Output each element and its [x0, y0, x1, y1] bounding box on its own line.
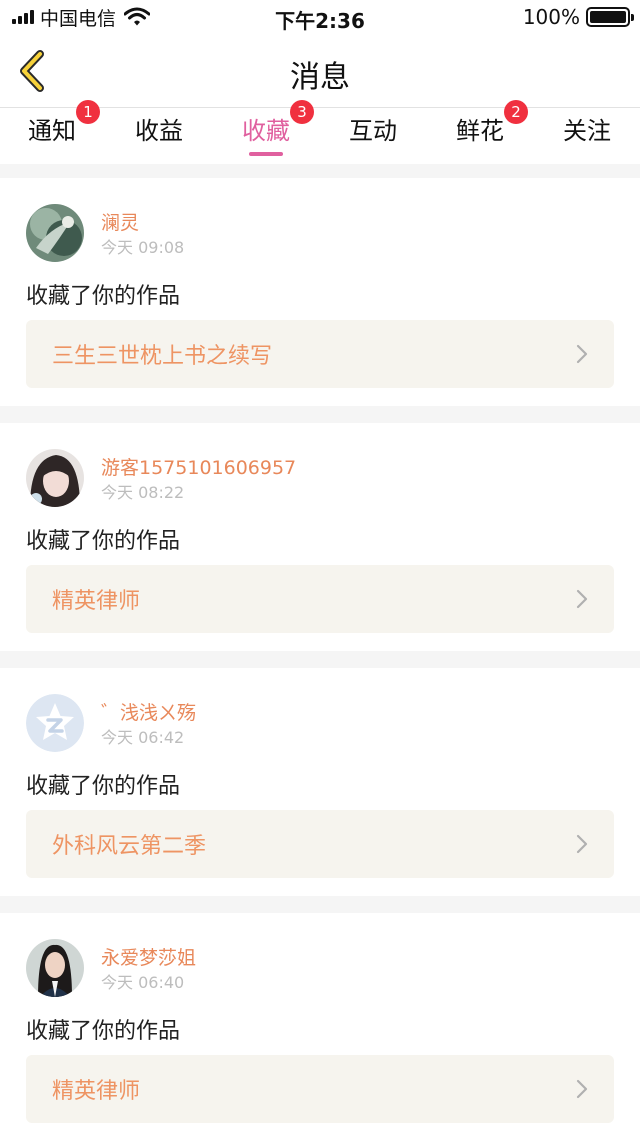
chevron-right-icon — [576, 1079, 588, 1099]
work-link[interactable]: 精英律师 — [26, 1055, 614, 1123]
timestamp: 今天 09:08 — [101, 238, 185, 257]
tab-label: 关注 — [563, 117, 611, 145]
chevron-right-icon — [576, 834, 588, 854]
work-title: 外科风云第二季 — [52, 834, 207, 859]
tab-label: 互动 — [349, 117, 397, 145]
tab-earnings[interactable]: 收益 — [119, 108, 199, 164]
navigation-bar: 消息 — [0, 34, 640, 108]
tab-label: 收藏 — [242, 117, 290, 145]
tab-favorites[interactable]: 收藏 3 — [226, 100, 314, 164]
page-title: 消息 — [290, 60, 350, 95]
work-link[interactable]: 精英律师 — [26, 565, 614, 633]
tab-label: 鲜花 — [456, 117, 504, 145]
tab-bar: 通知 1 收益 收藏 3 互动 鲜花 2 关注 — [0, 100, 640, 164]
chevron-right-icon — [576, 344, 588, 364]
tab-flowers[interactable]: 鲜花 2 — [440, 100, 528, 164]
status-bar: 中国电信 下午2:36 100% — [0, 0, 640, 34]
message-text: 收藏了你的作品 — [26, 774, 181, 799]
avatar[interactable] — [26, 939, 84, 997]
message-text: 收藏了你的作品 — [26, 284, 181, 309]
username[interactable]: 游客1575101606957 — [101, 453, 296, 480]
message-card: ゛浅浅ㄨ殇 今天 06:42 收藏了你的作品 外科风云第二季 — [0, 668, 640, 896]
timestamp: 今天 08:22 — [101, 483, 185, 502]
chevron-right-icon — [576, 589, 588, 609]
tab-label: 收益 — [135, 117, 183, 145]
unread-badge: 3 — [290, 100, 314, 124]
message-text: 收藏了你的作品 — [26, 1019, 181, 1044]
work-link[interactable]: 三生三世枕上书之续写 — [26, 320, 614, 388]
unread-badge: 1 — [76, 100, 100, 124]
battery-percentage: 100% — [522, 5, 580, 29]
message-card: 澜灵 今天 09:08 收藏了你的作品 三生三世枕上书之续写 — [0, 178, 640, 406]
tab-following[interactable]: 关注 — [547, 108, 627, 164]
username[interactable]: ゛浅浅ㄨ殇 — [101, 698, 196, 725]
tab-label: 通知 — [28, 117, 76, 145]
tab-interactions[interactable]: 互动 — [333, 108, 413, 164]
active-tab-indicator — [249, 152, 283, 156]
battery-icon — [586, 7, 634, 27]
message-text: 收藏了你的作品 — [26, 529, 181, 554]
timestamp: 今天 06:42 — [101, 728, 185, 747]
unread-badge: 2 — [504, 100, 528, 124]
avatar[interactable] — [26, 694, 84, 752]
work-title: 精英律师 — [52, 589, 141, 614]
tab-notifications[interactable]: 通知 1 — [12, 100, 100, 164]
message-card: 永爱梦莎姐 今天 06:40 收藏了你的作品 精英律师 — [0, 913, 640, 1139]
avatar[interactable] — [26, 204, 84, 262]
avatar[interactable] — [26, 449, 84, 507]
username[interactable]: 永爱梦莎姐 — [101, 943, 196, 970]
timestamp: 今天 06:40 — [101, 973, 185, 992]
work-link[interactable]: 外科风云第二季 — [26, 810, 614, 878]
work-title: 三生三世枕上书之续写 — [52, 344, 273, 369]
username[interactable]: 澜灵 — [101, 208, 139, 235]
work-title: 精英律师 — [52, 1079, 141, 1104]
message-card: 游客1575101606957 今天 08:22 收藏了你的作品 精英律师 — [0, 423, 640, 651]
